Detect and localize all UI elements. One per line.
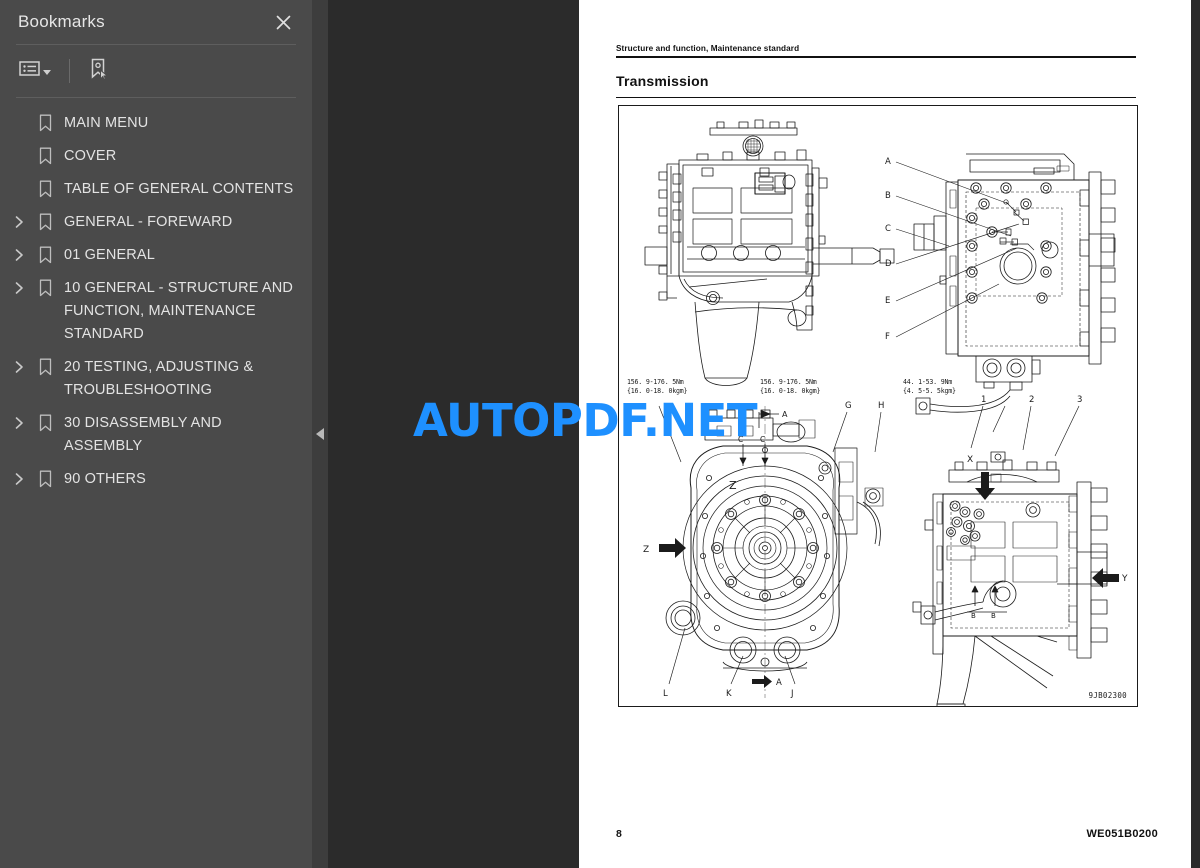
pdf-page: Structure and function, Maintenance stan…: [579, 0, 1191, 868]
toolbar-divider: [69, 59, 70, 83]
list-options-icon: [19, 60, 40, 82]
bookmark-icon: [32, 356, 58, 376]
figure-code: 9JB02300: [1088, 691, 1127, 700]
svg-text:H: H: [878, 401, 884, 411]
chevron-right-icon[interactable]: [6, 211, 32, 229]
page-number: 8: [616, 828, 622, 840]
svg-text:G: G: [845, 401, 852, 411]
torque-note-1-line2: {16. 0-18. 0kgm}: [627, 387, 688, 395]
new-bookmark-button[interactable]: [85, 54, 113, 89]
torque-note-3-line1: 44. 1-53. 9Nm: [903, 378, 953, 386]
pdf-viewer-window: Bookmarks MAIN MENU COVER TABLE OF GENER…: [0, 0, 1200, 868]
svg-text:A: A: [885, 157, 891, 167]
svg-text:E: E: [885, 296, 890, 306]
figure-frame: Z A B C D E F C C Z X B B Y L K J A A G …: [618, 105, 1138, 707]
svg-text:C: C: [738, 435, 743, 444]
torque-note-1: 156. 9-176. 5Nm {16. 0-18. 0kgm}: [627, 378, 688, 396]
svg-text:A: A: [782, 410, 788, 419]
bookmark-tree[interactable]: MAIN MENU COVER TABLE OF GENERAL CONTENTS G…: [0, 97, 312, 868]
chevron-right-icon[interactable]: [6, 468, 32, 486]
bookmark-label: GENERAL - FOREWARD: [64, 214, 233, 230]
bookmark-item[interactable]: 10 GENERAL - STRUCTURE AND FUNCTION, MAI…: [0, 272, 312, 351]
svg-text:1: 1: [981, 395, 986, 405]
new-bookmark-icon: [88, 58, 110, 85]
svg-text:B: B: [991, 612, 996, 620]
bookmark-item[interactable]: 20 TESTING, ADJUSTING & TROUBLESHOOTING: [0, 351, 312, 407]
bookmark-icon: [32, 468, 58, 488]
svg-text:2: 2: [1029, 395, 1034, 405]
svg-text:F: F: [885, 332, 890, 342]
svg-text:D: D: [885, 259, 892, 269]
bookmark-icon: [32, 178, 58, 198]
bookmark-item[interactable]: GENERAL - FOREWARD: [0, 206, 312, 239]
close-icon[interactable]: [270, 9, 296, 35]
document-code: WE051B0200: [1086, 828, 1158, 840]
bookmark-label: 30 DISASSEMBLY AND ASSEMBLY: [64, 415, 222, 454]
bookmark-icon: [32, 277, 58, 297]
page-title: Transmission: [616, 73, 709, 89]
svg-text:C: C: [885, 224, 891, 234]
bookmark-icon: [32, 145, 58, 165]
bookmarks-sidebar: Bookmarks MAIN MENU COVER TABLE OF GENER…: [0, 0, 312, 868]
transmission-assembly-drawing: Z A B C D E F C C Z X B B Y L K J A A G …: [643, 119, 1128, 706]
list-options-button[interactable]: [16, 56, 54, 86]
pdf-page-viewer: Structure and function, Maintenance stan…: [312, 0, 1200, 868]
running-header-text: Structure and function, Maintenance stan…: [616, 44, 800, 53]
viewer-gutter: [312, 0, 328, 868]
svg-text:3: 3: [1077, 395, 1082, 405]
svg-text:Z: Z: [729, 479, 737, 492]
torque-note-2-line1: 156. 9-176. 5Nm: [760, 378, 817, 386]
bookmark-icon: [32, 112, 58, 132]
twisty-placeholder: [6, 145, 32, 163]
collapse-left-icon[interactable]: [312, 400, 328, 468]
bookmark-item[interactable]: COVER: [0, 140, 312, 173]
panel-title: Bookmarks: [18, 12, 105, 31]
svg-text:Y: Y: [1121, 574, 1128, 584]
bookmark-label: 10 GENERAL - STRUCTURE AND FUNCTION, MAI…: [64, 280, 293, 342]
title-rule: [616, 97, 1136, 99]
svg-text:B: B: [885, 191, 891, 201]
svg-text:B: B: [971, 612, 976, 620]
chevron-right-icon[interactable]: [6, 412, 32, 430]
bookmark-label: MAIN MENU: [64, 115, 149, 131]
svg-text:C: C: [760, 435, 765, 444]
svg-text:K: K: [726, 689, 732, 699]
torque-note-2-line2: {16. 0-18. 0kgm}: [760, 387, 821, 395]
bookmark-label: 20 TESTING, ADJUSTING & TROUBLESHOOTING: [64, 359, 254, 398]
bookmark-icon: [32, 211, 58, 231]
chevron-right-icon[interactable]: [6, 277, 32, 295]
svg-text:Z: Z: [643, 545, 649, 555]
torque-note-3: 44. 1-53. 9Nm {4. 5-5. 5kgm}: [903, 378, 956, 396]
bookmark-item[interactable]: 30 DISASSEMBLY AND ASSEMBLY: [0, 407, 312, 463]
chevron-right-icon[interactable]: [6, 244, 32, 262]
bookmark-label: TABLE OF GENERAL CONTENTS: [64, 181, 294, 197]
svg-text:X: X: [967, 455, 973, 465]
torque-note-2: 156. 9-176. 5Nm {16. 0-18. 0kgm}: [760, 378, 821, 396]
torque-note-1-line1: 156. 9-176. 5Nm: [627, 378, 684, 386]
bookmark-item[interactable]: MAIN MENU: [0, 107, 312, 140]
bookmark-item[interactable]: 90 OTHERS: [0, 463, 312, 496]
svg-text:A: A: [776, 678, 782, 688]
bookmark-item[interactable]: TABLE OF GENERAL CONTENTS: [0, 173, 312, 206]
header-rule: [616, 56, 1136, 58]
svg-text:L: L: [663, 689, 668, 699]
bookmark-label: COVER: [64, 148, 117, 164]
twisty-placeholder: [6, 112, 32, 130]
bookmark-label: 90 OTHERS: [64, 471, 146, 487]
chevron-right-icon[interactable]: [6, 356, 32, 374]
bookmarks-panel-header: Bookmarks: [0, 0, 312, 44]
bookmark-label: 01 GENERAL: [64, 247, 155, 263]
bookmark-icon: [32, 412, 58, 432]
torque-note-3-line2: {4. 5-5. 5kgm}: [903, 387, 956, 395]
chevron-down-icon: [43, 69, 51, 75]
twisty-placeholder: [6, 178, 32, 196]
bookmark-item[interactable]: 01 GENERAL: [0, 239, 312, 272]
running-header: Structure and function, Maintenance stan…: [616, 44, 1136, 58]
svg-text:J: J: [790, 689, 794, 699]
bookmarks-toolbar: [0, 45, 312, 97]
bookmark-icon: [32, 244, 58, 264]
